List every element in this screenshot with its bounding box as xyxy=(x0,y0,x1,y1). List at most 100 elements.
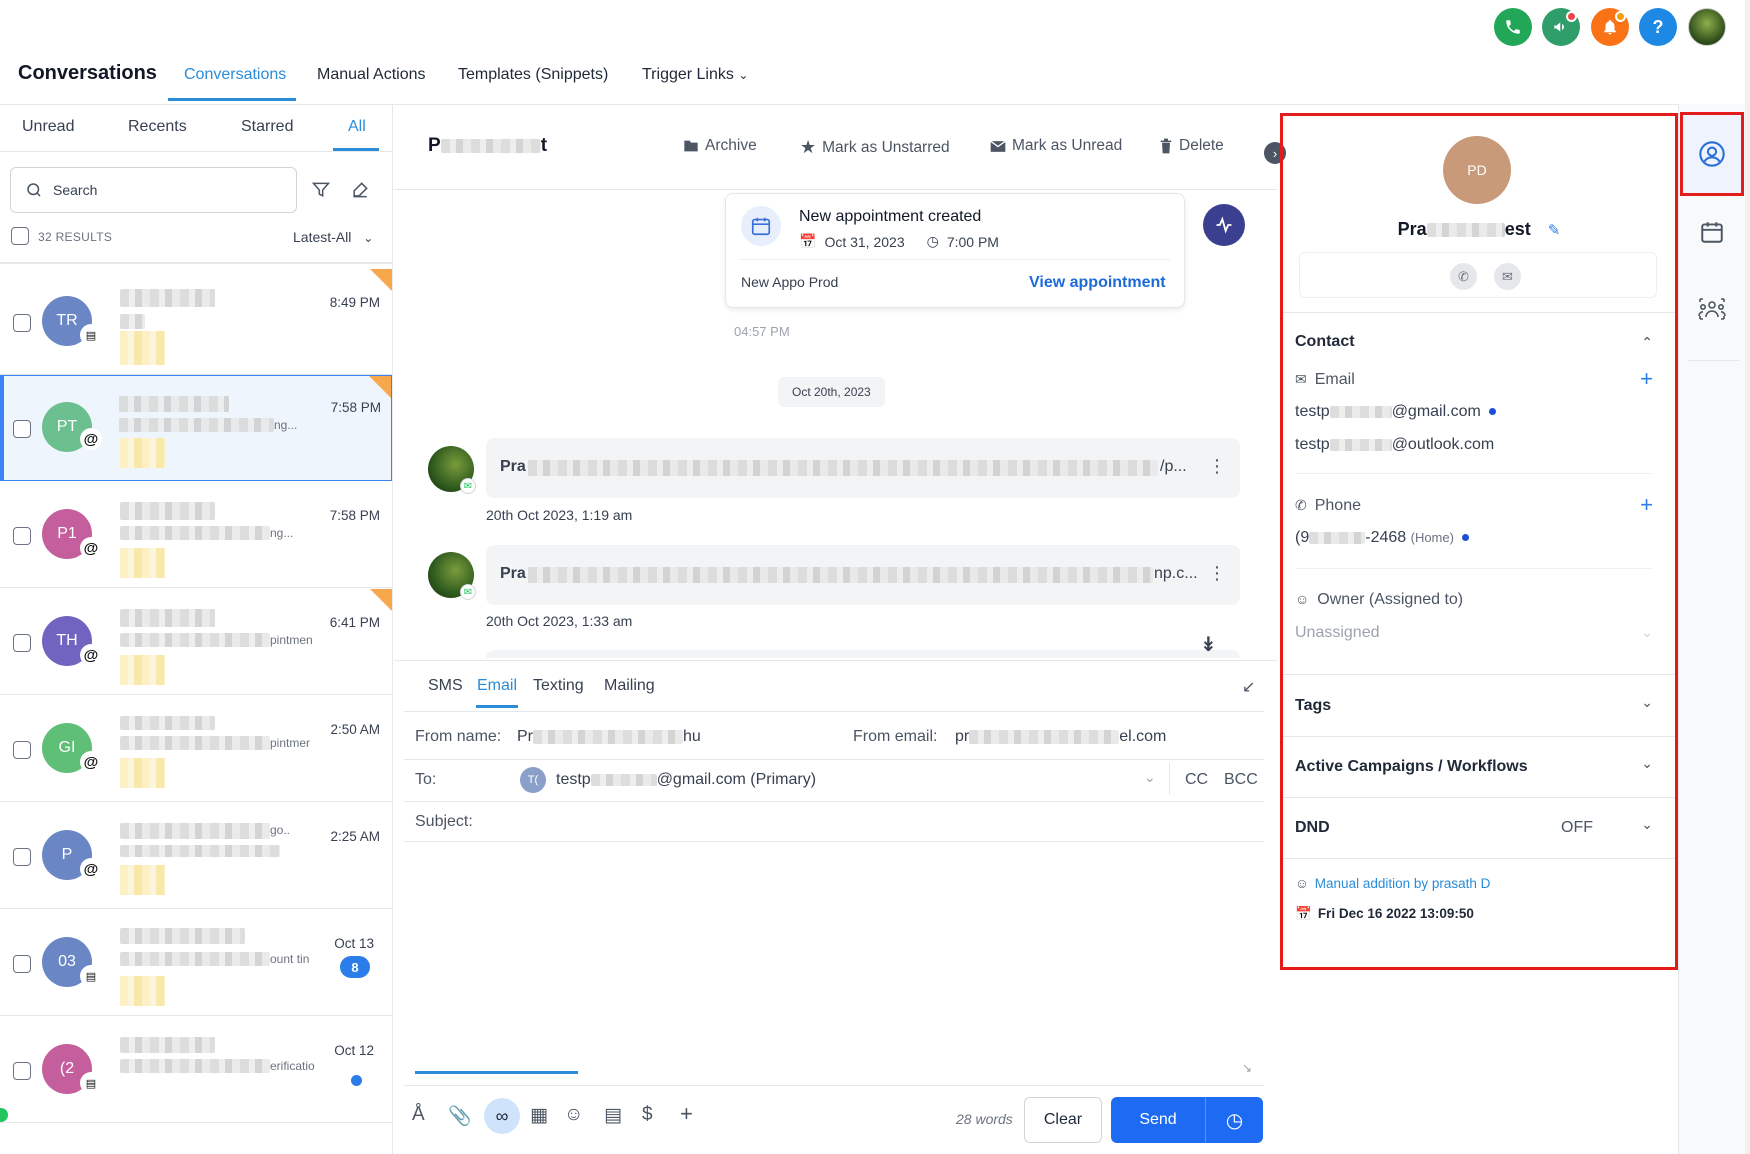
plus-icon[interactable]: + xyxy=(680,1101,693,1127)
filter-starred[interactable]: Starred xyxy=(241,118,293,136)
image-icon[interactable]: ▦ xyxy=(530,1104,548,1127)
email-message[interactable]: Pra /p... ⋮ xyxy=(486,438,1240,498)
contact-created-date: 📅 Fri Dec 16 2022 13:09:50 xyxy=(1295,906,1474,922)
template-icon[interactable]: ▤ xyxy=(604,1104,622,1127)
tab-texting[interactable]: Texting xyxy=(533,677,584,695)
filter-icon[interactable] xyxy=(311,180,331,200)
email-primary[interactable]: testp @gmail.com xyxy=(1295,403,1496,421)
email-body-editor[interactable] xyxy=(404,843,1264,1093)
help-icon[interactable]: ? xyxy=(1639,8,1677,46)
more-options-icon[interactable]: ⋮ xyxy=(1208,456,1226,477)
filter-all[interactable]: All xyxy=(348,118,366,136)
phone-call-icon[interactable] xyxy=(1494,8,1532,46)
team-icon[interactable] xyxy=(1696,293,1728,325)
search-input[interactable] xyxy=(53,182,253,198)
edit-pencil-icon[interactable]: ✎ xyxy=(1548,222,1561,239)
filter-unread[interactable]: Unread xyxy=(22,118,74,136)
more-options-icon[interactable]: ⋮ xyxy=(1208,563,1226,584)
tab-mailing[interactable]: Mailing xyxy=(604,677,655,695)
user-avatar[interactable] xyxy=(1688,8,1726,46)
resize-handle-icon[interactable]: ↘ xyxy=(1242,1061,1252,1075)
sort-select[interactable]: Latest-All ⌄ xyxy=(293,229,373,245)
emoji-icon[interactable]: ☺ xyxy=(564,1104,583,1126)
dnd-section-header[interactable]: DND xyxy=(1295,819,1330,837)
bell-icon[interactable] xyxy=(1591,8,1629,46)
chevron-up-icon[interactable]: ⌃ xyxy=(1641,334,1653,351)
tab-templates[interactable]: Templates (Snippets) xyxy=(458,66,608,84)
row-checkbox[interactable] xyxy=(13,420,31,438)
email-icon[interactable]: ✉ xyxy=(1494,263,1521,290)
bcc-button[interactable]: BCC xyxy=(1224,771,1258,789)
add-email-icon[interactable]: + xyxy=(1640,366,1653,392)
email-secondary[interactable]: testp @outlook.com xyxy=(1295,436,1494,454)
filter-recents[interactable]: Recents xyxy=(128,118,187,136)
page-scrollbar[interactable] xyxy=(1745,0,1750,1154)
tags-section-header[interactable]: Tags xyxy=(1295,697,1331,715)
megaphone-icon[interactable] xyxy=(1542,8,1580,46)
search-field[interactable] xyxy=(10,167,297,213)
archive-button[interactable]: Archive xyxy=(683,137,757,155)
conversation-row[interactable]: GI @ pintmer 2:50 AM xyxy=(0,696,392,802)
chevron-down-icon[interactable]: ⌄ xyxy=(1641,624,1653,641)
call-icon[interactable]: ✆ xyxy=(1450,263,1477,290)
calendar-icon[interactable] xyxy=(1696,216,1728,248)
to-recipient[interactable]: testp @gmail.com (Primary) xyxy=(556,771,816,789)
conversation-row[interactable]: P @ go.. 2:25 AM xyxy=(0,803,392,909)
contact-profile-icon[interactable] xyxy=(1696,138,1728,170)
row-checkbox[interactable] xyxy=(13,955,31,973)
payment-icon[interactable]: $ xyxy=(642,1104,653,1126)
clear-button[interactable]: Clear xyxy=(1024,1097,1102,1143)
activity-icon[interactable] xyxy=(1203,204,1245,246)
primary-dot xyxy=(1488,408,1496,416)
text-format-icon[interactable]: Å xyxy=(412,1104,425,1126)
attachment-icon[interactable]: 📎 xyxy=(448,1104,472,1128)
tab-manual-actions[interactable]: Manual Actions xyxy=(317,66,426,84)
add-phone-icon[interactable]: + xyxy=(1640,492,1653,518)
chevron-down-icon[interactable]: ⌄ xyxy=(1641,816,1653,833)
phone-number[interactable]: (9 -2468 (Home) xyxy=(1295,529,1469,547)
email-message[interactable]: Pra np.c... ⋮ xyxy=(486,545,1240,605)
editor-progress-bar xyxy=(415,1071,578,1074)
link-icon[interactable]: ∞ xyxy=(484,1098,520,1134)
contact-details-panel: PD Pra est ✎ ✆ ✉ Contact ⌃ ✉ Email + testp… xyxy=(1280,113,1678,970)
owner-select[interactable]: Unassigned xyxy=(1295,624,1380,642)
conversation-row[interactable]: 03 ▤ ount tin Oct 13 8 xyxy=(0,910,392,1016)
from-name-field[interactable]: Pr hu xyxy=(517,728,701,746)
schedule-clock-icon[interactable]: ◷ xyxy=(1206,1097,1263,1143)
row-checkbox[interactable] xyxy=(13,1062,31,1080)
primary-dot xyxy=(1461,534,1469,542)
chat-icon: ▤ xyxy=(80,965,102,987)
mark-unstarred-button[interactable]: ★ Mark as Unstarred xyxy=(800,137,950,158)
chevron-down-icon[interactable]: ⌄ xyxy=(1641,755,1653,772)
conversation-row[interactable]: (2 ▤ erificatio Oct 12 xyxy=(0,1017,392,1123)
compose-icon[interactable] xyxy=(350,180,370,200)
campaigns-section-header[interactable]: Active Campaigns / Workflows xyxy=(1295,758,1528,776)
mark-unread-button[interactable]: Mark as Unread xyxy=(990,137,1122,155)
to-label: To: xyxy=(415,771,437,788)
tab-email[interactable]: Email xyxy=(477,677,517,695)
collapse-composer-icon[interactable]: ↙ xyxy=(1242,677,1255,697)
conversation-row-selected[interactable]: PT @ ng... 7:58 PM xyxy=(0,375,392,481)
appointment-date: Oct 31, 2023 xyxy=(824,233,905,250)
from-email-field[interactable]: pr el.com xyxy=(955,728,1166,746)
row-checkbox[interactable] xyxy=(13,527,31,545)
tab-conversations[interactable]: Conversations xyxy=(184,66,286,84)
delete-button[interactable]: Delete xyxy=(1159,137,1224,155)
contact-section-header[interactable]: Contact xyxy=(1295,333,1355,351)
tab-trigger-links[interactable]: Trigger Links ⌄ xyxy=(642,66,748,84)
chevron-down-icon[interactable]: ⌄ xyxy=(1144,769,1156,786)
send-button[interactable]: Send xyxy=(1111,1097,1206,1143)
cc-button[interactable]: CC xyxy=(1185,771,1208,789)
scroll-to-bottom-icon[interactable]: ↡ xyxy=(1200,632,1217,657)
conversation-row[interactable]: TR ▤ 8:49 PM xyxy=(0,269,392,375)
view-appointment-link[interactable]: View appointment xyxy=(1029,274,1166,292)
tab-sms[interactable]: SMS xyxy=(428,677,463,695)
row-checkbox[interactable] xyxy=(13,741,31,759)
row-checkbox[interactable] xyxy=(13,634,31,652)
select-all-checkbox[interactable] xyxy=(11,227,29,245)
conversation-row[interactable]: TH @ pintmen 6:41 PM xyxy=(0,589,392,695)
chevron-down-icon[interactable]: ⌄ xyxy=(1641,694,1653,711)
conversation-row[interactable]: P1 @ ng... 7:58 PM xyxy=(0,482,392,588)
row-checkbox[interactable] xyxy=(13,314,31,332)
row-checkbox[interactable] xyxy=(13,848,31,866)
